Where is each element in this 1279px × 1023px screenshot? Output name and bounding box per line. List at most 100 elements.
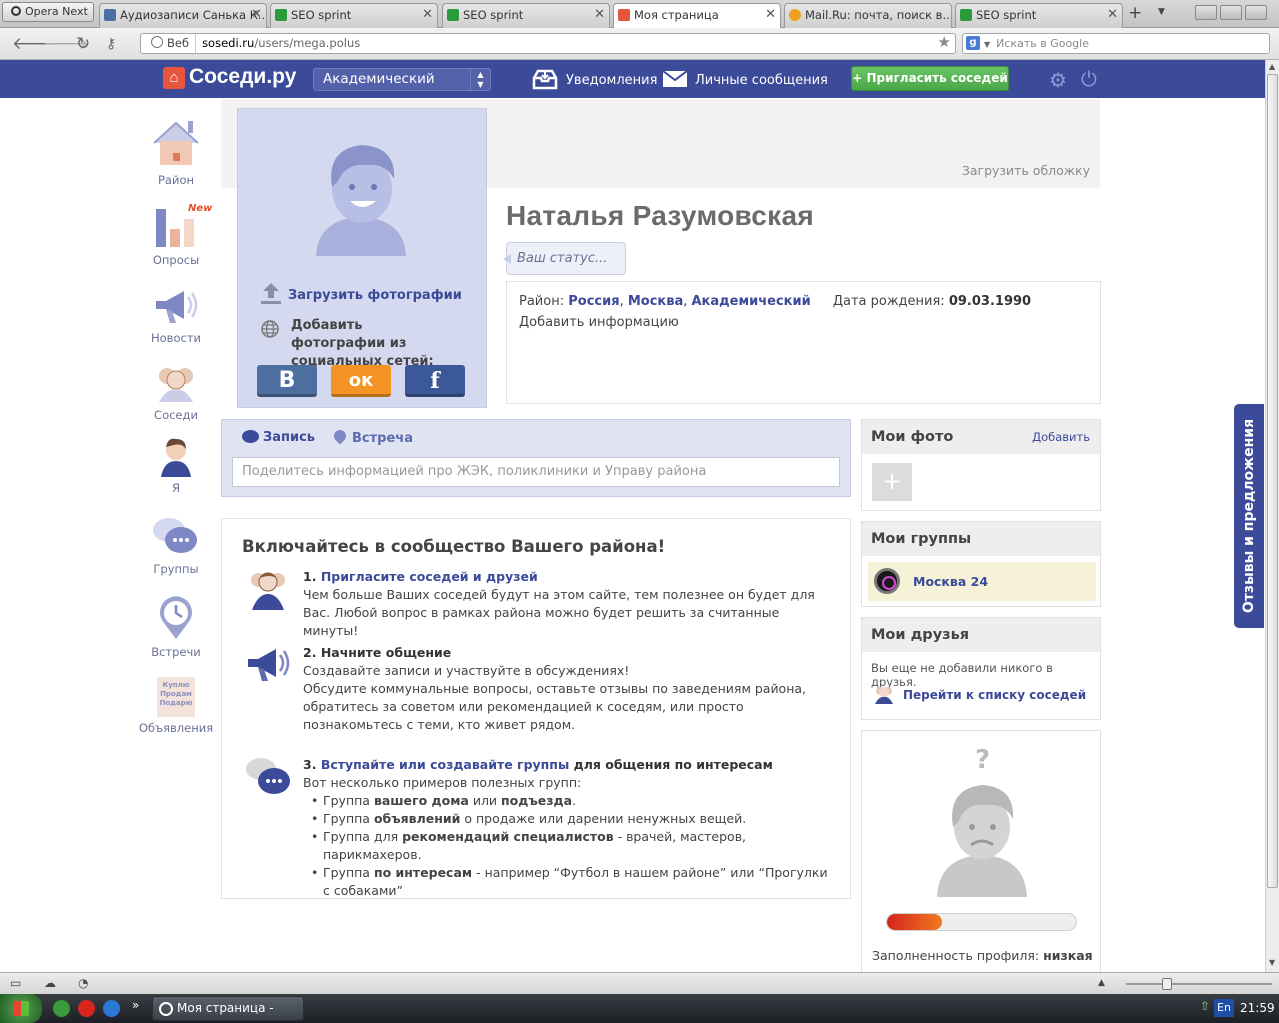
speed-dial-icon[interactable]: ◔ [78,976,88,990]
close-tab-icon[interactable]: ✕ [1107,4,1118,26]
inbox-icon[interactable] [532,68,558,90]
close-tab-icon[interactable]: ✕ [422,4,433,26]
clock: 21:59 [1240,1001,1275,1015]
profile-info-row: Район: Россия, Москва, Академический Дат… [519,294,1032,309]
nav-polls[interactable]: Опросы [131,205,221,267]
odnoklassniki-button[interactable]: ок [331,365,391,397]
search-engine-dropdown-icon[interactable]: ▼ [984,40,990,49]
windows-flag-icon [13,1001,29,1016]
messages-link[interactable]: Личные сообщения [695,73,828,88]
upload-cover-link[interactable]: Загрузить обложку [962,163,1090,178]
nav-neighbors[interactable]: Соседи [131,362,221,422]
close-tab-icon[interactable]: ✕ [594,4,605,26]
tab-mailru[interactable]: Mail.Ru: почта, поиск в... [784,3,952,28]
list-item: Группа для рекомендаций специалистов - в… [303,828,838,864]
nav-me[interactable]: Я [131,437,221,495]
taskbar-item-opera[interactable]: Моя страница - Oper... [152,996,304,1021]
search-input[interactable]: g ▼ Искать в Google [962,33,1270,54]
ie-icon[interactable] [103,1000,120,1017]
power-icon[interactable]: ⏻ [1081,67,1097,91]
url-path: /users/mega.polus [254,36,361,50]
nav-groups[interactable]: Группы [131,514,221,576]
groups-link[interactable]: Вступайте или создавайте группы [321,757,569,772]
tab-menu-chevron-icon[interactable]: ▼ [1158,7,1165,17]
add-photo-button[interactable]: + [872,463,912,501]
upload-photos-link[interactable]: Загрузить фотографии [260,281,462,305]
minimize-button[interactable] [1195,5,1217,20]
bar-chart-icon [156,209,194,247]
invite-friends-link[interactable]: Пригласите соседей и друзей [321,569,538,584]
close-window-button[interactable] [1245,5,1267,20]
step-communicate: 2. Начните общение Создавайте записи и у… [303,645,807,732]
nav-label: Группы [153,562,199,576]
tab-seo-sprint-2[interactable]: SEO sprint ✕ [442,3,610,28]
default-avatar-icon[interactable] [316,141,406,256]
zoom-slider[interactable] [1126,978,1272,990]
scroll-up-icon[interactable]: ▲ [1269,62,1275,71]
bookmark-star-icon[interactable]: ★ [938,33,951,52]
add-from-social: Добавить фотографии из социальных сетей: [260,317,460,371]
opera-icon[interactable] [78,1000,95,1017]
quicklaunch-more-icon[interactable]: » [132,998,139,1012]
site-logo[interactable]: ⌂ Cоседи.ру [163,65,296,89]
nav-meetings[interactable]: Встречи [131,595,221,659]
area-link[interactable]: Академический [692,294,811,309]
zoom-knob[interactable] [1162,978,1172,990]
reload-icon[interactable]: ↻ [76,34,90,54]
invite-neighbors-button[interactable]: + Пригласить соседей [851,66,1009,91]
utorrent-icon[interactable] [53,1000,70,1017]
nav-district[interactable]: Район [131,117,221,187]
close-tab-icon[interactable]: ✕ [251,4,262,26]
cloud-icon[interactable]: ☁ [44,976,56,990]
zoom-up-icon[interactable]: ▲ [1098,978,1105,988]
group-item[interactable]: Москва 24 [868,562,1096,601]
tab-title: SEO sprint [463,8,524,22]
opera-logo-icon [11,6,21,16]
new-tab-icon[interactable]: + [1128,3,1142,23]
opera-menu-button[interactable]: Opera Next [2,2,94,22]
country-link[interactable]: Россия [568,294,619,309]
tab-post[interactable]: Запись [242,430,315,445]
language-indicator[interactable]: En [1214,999,1234,1017]
tab-seo-sprint-3[interactable]: SEO sprint ✕ [955,3,1123,28]
close-tab-icon[interactable]: ✕ [765,4,776,26]
sad-avatar-icon [937,785,1027,897]
my-photos-header: Мои фото Добавить [862,420,1100,454]
feedback-tab[interactable]: Отзывы и предложения [1234,404,1264,628]
maximize-button[interactable] [1220,5,1242,20]
status-input[interactable]: Ваш статус... [503,242,626,275]
tab-title: Mail.Ru: почта, поиск в... [805,8,952,22]
start-button[interactable] [0,994,42,1023]
envelope-icon[interactable] [662,70,688,88]
nav-news[interactable]: Новости [131,285,221,345]
key-icon[interactable]: ⚷ [106,36,116,52]
gear-icon[interactable]: ⚙ [1049,68,1067,92]
welcome-block: Включайтесь в сообщество Вашего района! … [221,518,851,899]
notifications-link[interactable]: Уведомления [566,73,657,88]
panel-toggle-icon[interactable]: ▭ [10,976,21,990]
post-input[interactable]: Поделитесь информацией про ЖЭК, поликлин… [232,457,840,487]
user-avatar-icon [161,438,191,477]
scrollbar-thumb[interactable] [1267,74,1278,888]
vk-button[interactable]: В [257,365,317,397]
neighbors-icon [159,368,193,402]
tab-my-page[interactable]: Моя страница ✕ [613,3,781,29]
district-select[interactable]: Академический ▲ ▼ [313,68,491,91]
facebook-button[interactable]: f [405,365,465,397]
tab-meeting[interactable]: Встреча [331,427,413,446]
tab-audio[interactable]: Аудиозаписи Санька К... ✕ [99,3,267,28]
scroll-down-icon[interactable]: ▼ [1269,958,1275,967]
nav-ads[interactable]: Куплю Продам Подарю Объявления [131,677,221,735]
url-field[interactable]: Веб sosedi.ru/users/mega.polus ★ [140,33,956,54]
page-scrollbar[interactable]: ▲ ▼ [1265,60,1279,972]
profile-completion-label: Заполненность профиля: низкая [872,948,1093,963]
add-photo-link[interactable]: Добавить [1032,420,1090,454]
browser-statusbar: ▭ ☁ ◔ ▲ [0,972,1279,994]
city-link[interactable]: Москва [628,294,683,309]
url-host: sosedi.ru [202,36,255,50]
add-info-link[interactable]: Добавить информацию [519,315,679,330]
tray-arrow-icon[interactable]: ⇧ [1200,999,1210,1013]
profile-completion-box: ? Заполненность профиля: низкая [861,730,1101,975]
neighbors-list-link[interactable]: Перейти к списку соседей [903,688,1086,702]
tab-seo-sprint-1[interactable]: SEO sprint ✕ [270,3,438,28]
